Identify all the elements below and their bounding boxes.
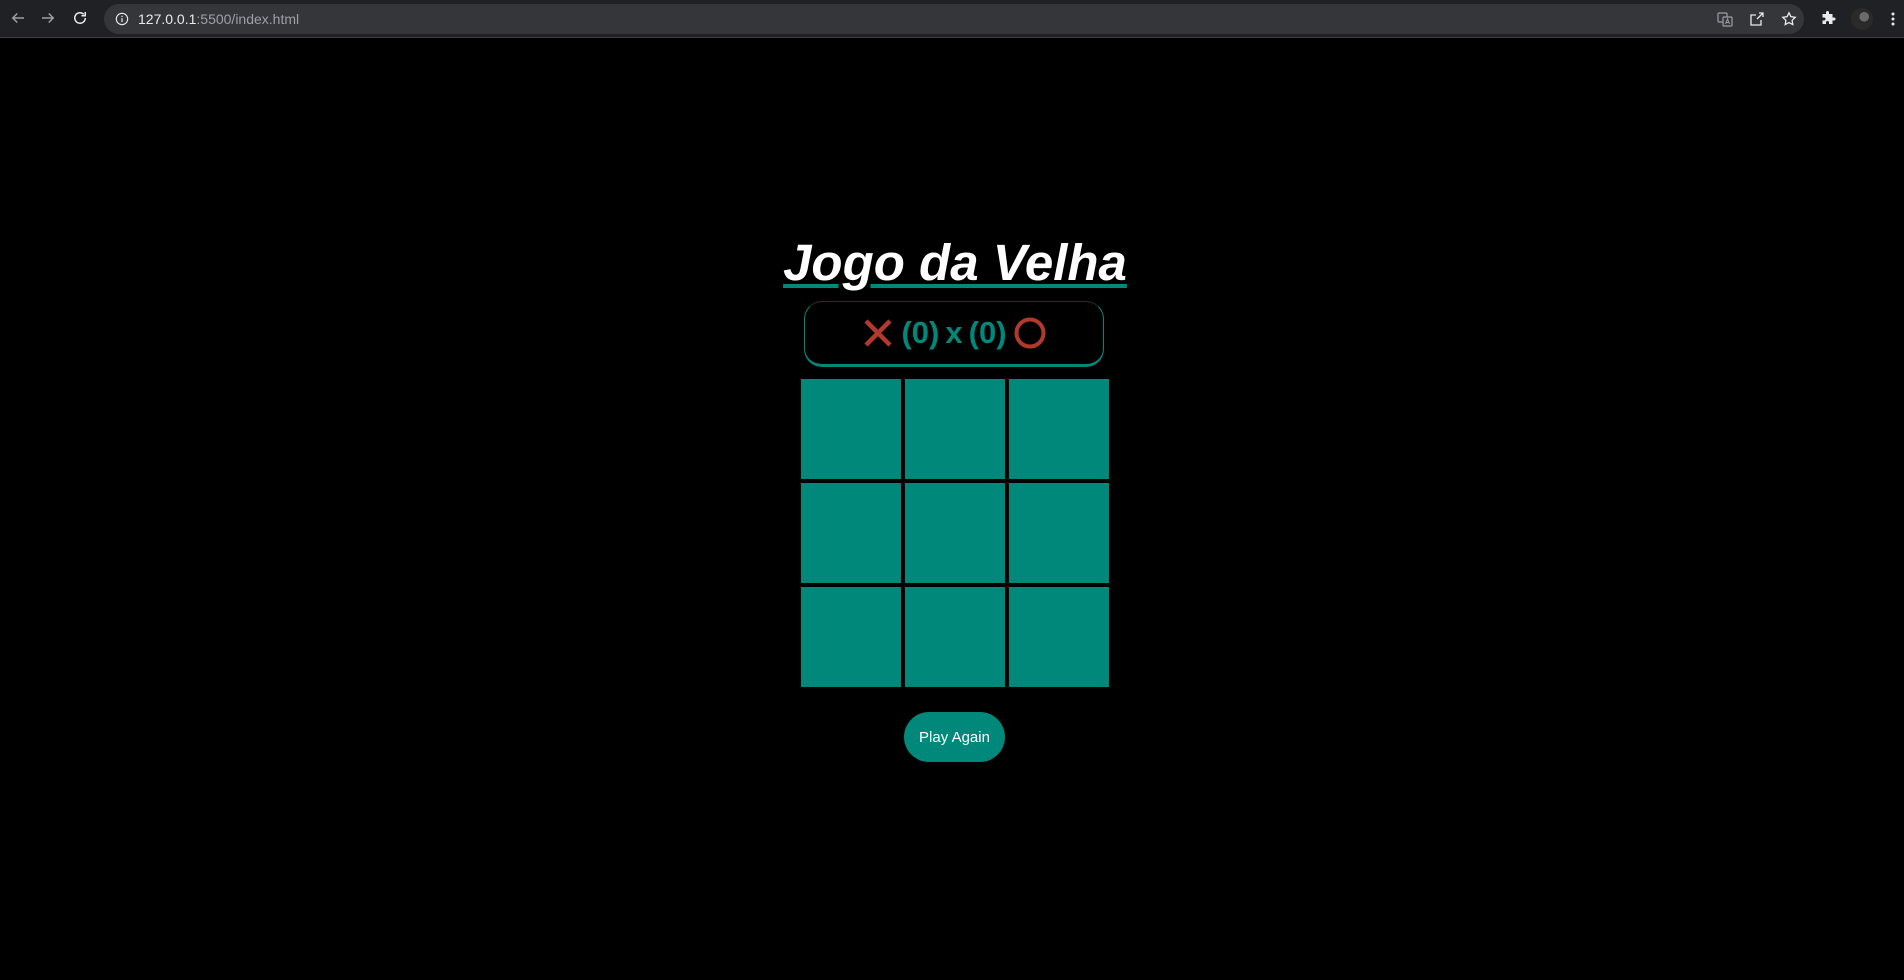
board-cell[interactable] (905, 483, 1005, 583)
play-again-button[interactable]: Play Again (904, 712, 1005, 762)
board-cell[interactable] (905, 379, 1005, 479)
forward-icon[interactable] (38, 8, 58, 28)
board-cell[interactable] (801, 483, 901, 583)
address-bar[interactable]: 127.0.0.1:5500/index.html (104, 4, 1804, 34)
url-path: :5500/index.html (196, 11, 300, 27)
o-mark-icon (1013, 316, 1047, 350)
browser-toolbar: 127.0.0.1:5500/index.html (0, 0, 1904, 38)
board-cell[interactable] (801, 379, 901, 479)
share-icon[interactable] (1747, 9, 1767, 29)
board-cell[interactable] (1009, 587, 1109, 687)
back-icon[interactable] (8, 8, 28, 28)
board-cell[interactable] (1009, 483, 1109, 583)
translate-icon[interactable] (1715, 9, 1735, 29)
page-title: Jogo da Velha (0, 235, 1904, 291)
site-info-icon[interactable] (114, 11, 130, 27)
o-score: (0) (968, 315, 1007, 350)
x-mark-icon (861, 316, 895, 350)
game-board (801, 379, 1109, 687)
score-separator: x (945, 315, 963, 350)
board-cell[interactable] (1009, 379, 1109, 479)
profile-avatar[interactable] (1851, 8, 1873, 30)
extensions-icon[interactable] (1818, 9, 1838, 29)
board-cell[interactable] (801, 587, 901, 687)
reload-icon[interactable] (70, 8, 90, 28)
url-text: 127.0.0.1:5500/index.html (138, 11, 299, 27)
bookmark-star-icon[interactable] (1779, 9, 1799, 29)
url-host: 127.0.0.1 (138, 11, 197, 27)
menu-kebab-icon[interactable] (1886, 9, 1900, 29)
scoreboard: (0) x (0) (804, 301, 1104, 367)
x-score: (0) (901, 315, 940, 350)
title-text: Jogo da Velha (783, 234, 1127, 291)
board-cell[interactable] (905, 587, 1005, 687)
